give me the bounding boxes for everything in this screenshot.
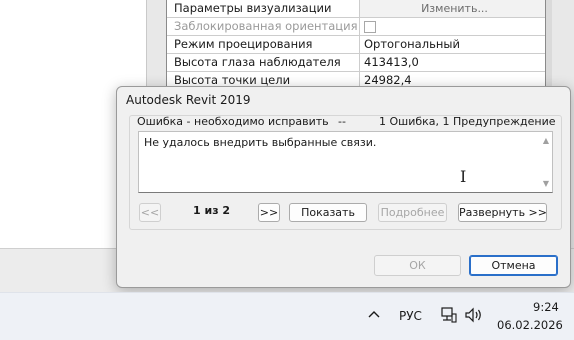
- details-button[interactable]: Подробнее: [378, 203, 447, 222]
- error-dialog: Autodesk Revit 2019 Ошибка - необходимо …: [116, 86, 571, 288]
- edit-graphics-button[interactable]: Изменить...: [360, 0, 545, 17]
- property-row: Высота глаза наблюдателя 413413,0: [167, 54, 545, 72]
- error-severity-label: Ошибка - необходимо исправить: [137, 115, 329, 128]
- next-button[interactable]: >>: [258, 203, 280, 222]
- properties-scrollbar[interactable]: [546, 0, 552, 90]
- error-message: Не удалось внедрить выбранные связи.: [144, 136, 377, 149]
- property-value[interactable]: 413413,0: [360, 54, 545, 71]
- clock-time[interactable]: 9:24: [533, 300, 559, 314]
- expand-button[interactable]: Развернуть >>: [458, 203, 547, 222]
- message-box[interactable]: Не удалось внедрить выбранные связи. ▲ ▼: [138, 131, 553, 193]
- cancel-button[interactable]: Отмена: [469, 255, 558, 276]
- ok-button[interactable]: ОК: [374, 255, 461, 276]
- property-name: Режим проецирования: [167, 36, 360, 53]
- show-button[interactable]: Показать: [289, 203, 367, 222]
- locked-orientation-checkbox[interactable]: [364, 21, 376, 33]
- scroll-up-icon[interactable]: ▲: [543, 137, 549, 145]
- previous-button[interactable]: <<: [139, 203, 161, 222]
- volume-icon[interactable]: [464, 306, 484, 324]
- clock-date[interactable]: 06.02.2026: [497, 318, 563, 332]
- message-counter: 1 из 2: [193, 204, 231, 217]
- property-name: Параметры визуализации: [167, 0, 360, 17]
- separator-dash: --: [338, 115, 346, 128]
- chevron-up-icon[interactable]: [366, 306, 382, 322]
- property-name: Заблокированная ориентация: [167, 18, 360, 35]
- property-row: Параметры визуализации Изменить...: [167, 0, 545, 18]
- property-row: Режим проецирования Ортогональный: [167, 36, 545, 54]
- properties-table: Параметры визуализации Изменить... Забло…: [166, 0, 546, 90]
- scroll-down-icon[interactable]: ▼: [543, 180, 549, 188]
- network-icon[interactable]: [440, 306, 458, 324]
- language-indicator[interactable]: РУС: [399, 309, 422, 323]
- property-row: Заблокированная ориентация: [167, 18, 545, 36]
- text-cursor-icon: I: [460, 167, 467, 186]
- property-name: Высота глаза наблюдателя: [167, 54, 360, 71]
- error-count-label: 1 Ошибка, 1 Предупреждение: [379, 115, 556, 128]
- taskbar: [0, 292, 574, 340]
- property-value[interactable]: Ортогональный: [360, 36, 545, 53]
- property-value: [360, 18, 545, 35]
- dialog-title: Autodesk Revit 2019: [126, 93, 251, 107]
